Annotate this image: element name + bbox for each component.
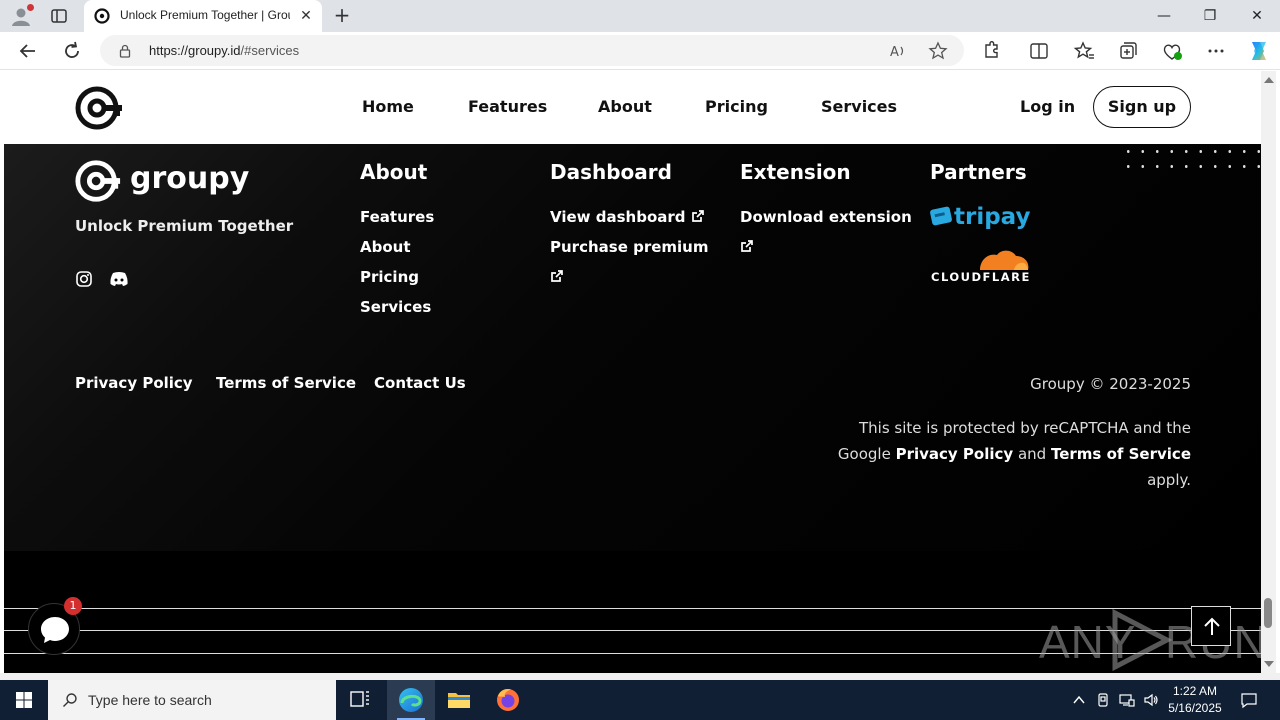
view-dashboard-label: View dashboard	[550, 208, 686, 226]
site-header: Home Features About Pricing Services Log…	[4, 71, 1261, 144]
footer-link-view-dashboard[interactable]: View dashboard	[550, 208, 705, 226]
network-icon[interactable]	[1119, 692, 1135, 708]
groupy-favicon-icon	[94, 8, 110, 24]
scroll-down-icon[interactable]	[1264, 661, 1274, 667]
page-viewport: Home Features About Pricing Services Log…	[4, 71, 1261, 673]
chat-notification-badge: 1	[64, 597, 82, 615]
tab-title: Unlock Premium Together | Groupy	[120, 8, 290, 22]
tripay-logo[interactable]: tripay	[930, 202, 1040, 232]
windows-taskbar: Type here to search 1:22 AM 5/16/2025	[0, 680, 1280, 720]
contact-us-link[interactable]: Contact Us	[374, 374, 466, 392]
recaptcha-terms-link[interactable]: Terms of Service	[1051, 445, 1191, 463]
nav-features[interactable]: Features	[468, 97, 547, 116]
refresh-icon[interactable]	[60, 39, 84, 63]
search-placeholder: Type here to search	[88, 692, 212, 708]
window-bottom-edge	[0, 673, 1280, 680]
url-host: https://groupy.id	[149, 43, 241, 58]
scroll-up-icon[interactable]	[1264, 77, 1274, 83]
tab-actions-icon[interactable]	[50, 7, 68, 25]
footer-dashboard-title: Dashboard	[550, 160, 672, 184]
search-icon	[62, 692, 78, 708]
svg-text:A: A	[890, 45, 899, 60]
notifications-icon[interactable]	[1240, 691, 1258, 709]
recaptcha-and: and	[1017, 445, 1047, 463]
discord-icon[interactable]	[109, 270, 129, 288]
footer-link-pricing[interactable]: Pricing	[360, 268, 419, 286]
nav-home[interactable]: Home	[362, 97, 414, 116]
browser-essentials-icon[interactable]	[1161, 40, 1183, 62]
footer-link-services[interactable]: Services	[360, 298, 431, 316]
privacy-policy-link[interactable]: Privacy Policy	[75, 374, 193, 392]
terms-of-service-link[interactable]: Terms of Service	[216, 374, 356, 392]
minimize-icon[interactable]: —	[1141, 0, 1187, 32]
nav-services[interactable]: Services	[821, 97, 897, 116]
browser-titlebar: Unlock Premium Together | Groupy ✕ + — ❐…	[0, 0, 1280, 32]
external-link-icon	[691, 209, 705, 223]
footer-extension-title: Extension	[740, 160, 851, 184]
footer-about-title: About	[360, 160, 428, 184]
new-tab-icon[interactable]: +	[331, 5, 353, 27]
file-explorer-icon[interactable]	[435, 680, 483, 720]
recaptcha-apply: apply.	[1147, 471, 1191, 489]
address-bar[interactable]: https://groupy.id/#services A	[100, 35, 964, 66]
back-icon[interactable]	[16, 39, 40, 63]
edge-taskbar-icon[interactable]	[387, 680, 435, 720]
scroll-to-top-button[interactable]	[1191, 606, 1231, 646]
task-view-icon[interactable]	[336, 680, 384, 720]
footer-link-features[interactable]: Features	[360, 208, 434, 226]
footer-tagline: Unlock Premium Together	[75, 217, 294, 235]
volume-icon[interactable]	[1143, 692, 1159, 708]
split-screen-icon[interactable]	[1028, 40, 1050, 62]
footer-link-download-extension[interactable]: Download extension	[740, 208, 912, 226]
instagram-icon[interactable]	[75, 270, 93, 288]
site-footer: groupy Unlock Premium Together About Fea…	[4, 144, 1261, 551]
close-window-icon[interactable]: ✕	[1234, 0, 1280, 32]
favorites-icon[interactable]	[1073, 40, 1095, 62]
footer-link-about[interactable]: About	[360, 238, 411, 256]
url-text[interactable]: https://groupy.id/#services	[149, 43, 299, 58]
collections-icon[interactable]	[1117, 40, 1139, 62]
scrollbar-thumb[interactable]	[1264, 598, 1272, 628]
svg-text:CLOUDFLARE: CLOUDFLARE	[931, 270, 1031, 284]
footer-brand: groupy	[130, 161, 250, 196]
read-aloud-icon[interactable]: A	[888, 41, 908, 61]
favorite-star-icon[interactable]	[928, 41, 948, 61]
more-menu-icon[interactable]	[1205, 40, 1227, 62]
external-link-icon[interactable]	[740, 238, 754, 256]
tray-device-icon[interactable]	[1095, 692, 1111, 708]
taskbar-clock[interactable]: 1:22 AM 5/16/2025	[1162, 683, 1228, 717]
nav-about[interactable]: About	[598, 97, 652, 116]
footer-link-purchase-premium[interactable]: Purchase premium	[550, 238, 708, 256]
tab-close-icon[interactable]: ✕	[298, 8, 314, 24]
page-scrollbar[interactable]	[1261, 71, 1276, 673]
profile-icon[interactable]	[10, 4, 34, 27]
footer-logo-icon[interactable]	[74, 157, 122, 205]
cloudflare-logo[interactable]: CLOUDFLARE	[930, 246, 1034, 284]
clock-time: 1:22 AM	[1172, 684, 1218, 698]
copyright-text: Groupy © 2023-2025	[1030, 375, 1191, 393]
external-link-icon[interactable]	[550, 268, 564, 286]
lock-icon[interactable]	[118, 43, 132, 58]
firefox-icon[interactable]	[484, 680, 532, 720]
browser-tab-active[interactable]: Unlock Premium Together | Groupy ✕	[84, 0, 322, 32]
recaptcha-privacy-link[interactable]: Privacy Policy	[896, 445, 1014, 463]
extensions-icon[interactable]	[980, 40, 1002, 62]
svg-text:tripay: tripay	[954, 204, 1031, 230]
browser-toolbar: https://groupy.id/#services A	[0, 32, 1280, 70]
decorative-dots	[1121, 144, 1261, 168]
footer-partners-title: Partners	[930, 160, 1027, 184]
nav-pricing[interactable]: Pricing	[705, 97, 768, 116]
windows-start-icon[interactable]	[0, 680, 48, 720]
url-path: /#services	[240, 43, 300, 58]
login-link[interactable]: Log in	[1020, 97, 1075, 116]
clock-date: 5/16/2025	[1168, 701, 1222, 715]
restore-icon[interactable]: ❐	[1187, 0, 1233, 32]
signup-button[interactable]: Sign up	[1093, 86, 1191, 128]
taskbar-search-box[interactable]: Type here to search	[48, 680, 336, 720]
groupy-logo-icon[interactable]	[74, 83, 124, 133]
copilot-icon[interactable]	[1246, 39, 1270, 63]
recaptcha-notice: This site is protected by reCAPTCHA and …	[831, 415, 1191, 493]
tray-chevron-up-icon[interactable]	[1071, 692, 1087, 708]
